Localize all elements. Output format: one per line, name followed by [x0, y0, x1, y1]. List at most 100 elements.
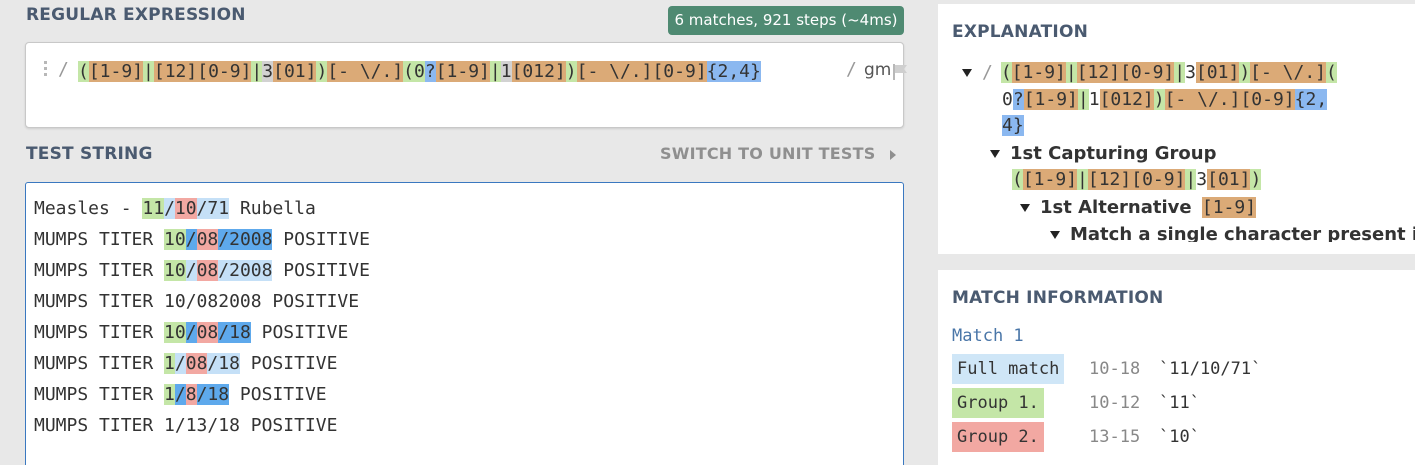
drag-handle-icon[interactable]: [44, 61, 48, 79]
match-info-row[interactable]: Full match 10-18 `11/10/71`: [952, 354, 1372, 384]
explanation-token: (: [1012, 169, 1023, 190]
regex-token: 3: [262, 61, 274, 82]
match-info-row[interactable]: Group 2. 13-15 `10`: [952, 422, 1372, 452]
explanation-token: |: [1077, 169, 1088, 190]
explanation-token: [01]: [1195, 62, 1240, 83]
test-string-segment: 8: [185, 384, 197, 405]
match-info-tag: Full match: [952, 354, 1065, 384]
test-string-line[interactable]: MUMPS TITER 1/8/18 POSITIVE: [34, 379, 370, 410]
test-string-line[interactable]: MUMPS TITER 10/082008 POSITIVE: [34, 286, 370, 317]
test-string-line[interactable]: MUMPS TITER 1/08/18 POSITIVE: [34, 348, 370, 379]
flag-icon[interactable]: [891, 63, 909, 81]
capturing-group-label: 1st Capturing Group: [1010, 143, 1217, 164]
capturing-group-pattern: ([1-9]|[12][0-9]|3[01]): [1012, 169, 1262, 190]
explanation-token: (: [1326, 62, 1337, 83]
caret-down-icon[interactable]: [1050, 231, 1060, 239]
test-string-line[interactable]: MUMPS TITER 1/13/18 POSITIVE: [34, 410, 370, 441]
test-string-section-title: TEST STRING: [26, 144, 153, 164]
alternative-node[interactable]: 1st Alternative [1-9]: [1020, 197, 1257, 218]
regex-token: ?: [424, 61, 436, 82]
regex-token: |: [489, 61, 501, 82]
regex-token: (: [403, 61, 415, 82]
explanation-token: [12]: [1087, 169, 1132, 190]
caret-down-icon[interactable]: [990, 150, 1000, 158]
test-string-segment: MUMPS TITER 1/13/18 POSITIVE: [34, 415, 338, 436]
explanation-token: [012]: [1099, 89, 1154, 110]
test-string-segment: Measles -: [34, 198, 143, 219]
regex-flags[interactable]: gm: [864, 60, 891, 80]
match-info-tag: Group 2.: [952, 422, 1044, 452]
regex-token: [- \/.]: [327, 61, 404, 82]
regex-token: [01]: [273, 61, 317, 82]
test-string-line[interactable]: MUMPS TITER 10/08/2008 POSITIVE: [34, 224, 370, 255]
test-string-segment: /71: [196, 198, 230, 219]
regex-token: [1-9]: [88, 61, 144, 82]
test-string-segment: 10: [164, 260, 186, 281]
regex-input[interactable]: ([1-9]|[12][0-9]|3[01])[- \/.](0?[1-9]|1…: [78, 57, 818, 86]
match-info-row[interactable]: Group 1. 10-12 `11`: [952, 388, 1372, 418]
test-string-segment: /: [174, 384, 186, 405]
test-string-segment: /18: [207, 353, 240, 374]
test-string-editor[interactable]: Measles - 11/10/71 Rubella MUMPS TITER 10…: [25, 182, 904, 465]
explanation-token: [1-9]: [1022, 169, 1078, 190]
alternative-label: 1st Alternative: [1040, 197, 1192, 218]
test-string-segment: 1: [164, 353, 175, 374]
test-string-segment: /2008: [218, 229, 273, 250]
test-string-segment: 11: [142, 198, 165, 219]
test-string-segment: POSITIVE: [272, 229, 370, 250]
caret-down-icon[interactable]: [962, 69, 972, 77]
test-string-segment: /: [185, 229, 197, 250]
test-string-line[interactable]: Measles - 11/10/71 Rubella: [34, 193, 370, 224]
match-count-badge: 6 matches, 921 steps (~4ms): [668, 6, 904, 35]
test-string-segment: MUMPS TITER 10/082008 POSITIVE: [34, 291, 360, 312]
test-string-segment: /2008: [218, 260, 273, 281]
test-string-segment: /18: [196, 384, 230, 405]
regex-token: [0-9]: [652, 61, 707, 82]
regex-token: [1-9]: [435, 61, 490, 82]
alternative-pattern: [1-9]: [1201, 197, 1257, 218]
test-string-segment: 08: [196, 260, 219, 281]
capturing-group-node[interactable]: 1st Capturing Group: [990, 143, 1217, 164]
explanation-token: |: [1077, 89, 1089, 110]
test-string-segment: MUMPS TITER: [34, 322, 165, 343]
regex-token: [012]: [511, 61, 566, 82]
explanation-section-title: EXPLANATION: [952, 22, 1089, 42]
caret-down-icon[interactable]: [1020, 204, 1030, 212]
test-string-segment: MUMPS TITER: [34, 229, 165, 250]
explanation-token: [0-9]: [1240, 89, 1295, 110]
explanation-token: (: [1000, 62, 1012, 83]
explanation-pattern-line-3-row: 4}: [1002, 115, 1024, 136]
switch-to-unit-tests-label: SWITCH TO UNIT TESTS: [660, 144, 876, 163]
explanation-token: [01]: [1207, 169, 1251, 190]
explanation-token: [- \/.]: [1250, 62, 1327, 83]
regex-editor[interactable]: / ([1-9]|[12][0-9]|3[01])[- \/.](0?[1-9]…: [25, 42, 907, 128]
test-string-content[interactable]: Measles - 11/10/71 Rubella MUMPS TITER 10…: [34, 193, 370, 441]
explanation-token: [12]: [1076, 62, 1121, 83]
explanation-pattern-line-2-row: 0?[1-9]|1[012])[- \/.][0-9]{2,: [1002, 89, 1328, 110]
explanation-token: ): [1250, 169, 1262, 190]
explanation-token: |: [1065, 62, 1077, 83]
match-single-node[interactable]: Match a single character present i: [1050, 224, 1415, 242]
test-string-line[interactable]: MUMPS TITER 10/08/2008 POSITIVE: [34, 255, 370, 286]
match-label[interactable]: Match 1: [952, 326, 1024, 346]
regex-token: 0: [414, 61, 425, 82]
test-string-segment: /: [185, 260, 197, 281]
match-info-tag: Group 1.: [952, 388, 1044, 418]
explanation-token: [1-9]: [1011, 62, 1066, 83]
regex-token: [- \/.]: [576, 61, 653, 82]
explanation-token: 4}: [1002, 115, 1024, 136]
match-info-value: `11`: [1159, 393, 1200, 413]
chevron-right-icon: [890, 149, 897, 160]
test-string-segment: MUMPS TITER: [34, 384, 165, 405]
test-string-line[interactable]: MUMPS TITER 10/08/18 POSITIVE: [34, 317, 370, 348]
explanation-pattern-line-1: ([1-9]|[12][0-9]|3[01])[- \/.](: [1000, 62, 1337, 83]
test-string-segment: 1: [164, 384, 175, 405]
test-string-segment: POSITIVE: [272, 260, 370, 281]
explanation-root-node[interactable]: / ([1-9]|[12][0-9]|3[01])[- \/.](: [962, 62, 1337, 83]
test-string-segment: MUMPS TITER: [34, 260, 165, 281]
match-info-range: 13-15: [1089, 427, 1141, 447]
explanation-token: ): [1153, 89, 1165, 110]
test-string-segment: Rubella: [229, 198, 316, 219]
explanation-slash: /: [982, 62, 993, 83]
switch-to-unit-tests-button[interactable]: SWITCH TO UNIT TESTS: [660, 144, 897, 163]
